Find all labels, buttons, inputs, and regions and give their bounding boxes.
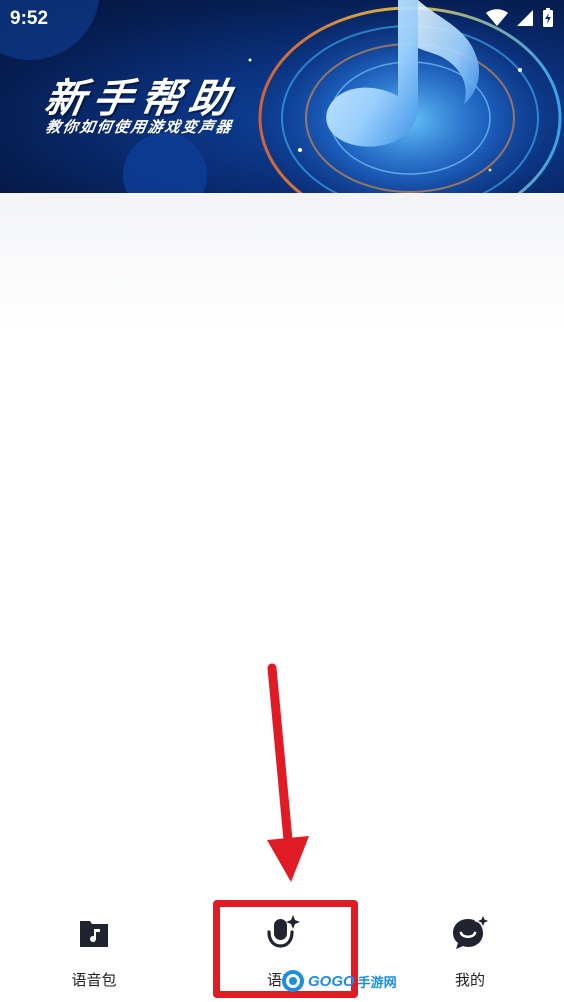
annotation-arrow xyxy=(267,663,309,882)
watermark-logo-icon xyxy=(282,970,304,992)
nav-label-mine: 我的 xyxy=(454,971,485,989)
wifi-icon xyxy=(486,9,508,26)
watermark-text: GOGO xyxy=(308,972,355,990)
status-bar: 9:52 xyxy=(0,0,564,38)
battery-charging-icon xyxy=(543,8,553,27)
help-banner[interactable]: 9:52 新手帮助 教你如何使用游戏变声器 xyxy=(0,0,564,193)
signal-icon xyxy=(517,10,533,26)
banner-subtitle: 教你如何使用游戏变声器 xyxy=(44,118,235,136)
watermark: GOGO 手游网 xyxy=(281,966,397,996)
status-icons xyxy=(486,8,554,28)
chat-sparkle-icon xyxy=(453,913,490,949)
nav-voice-pack[interactable]: 语音包 xyxy=(34,895,154,1002)
nav-label-voice-pack: 语音包 xyxy=(71,971,117,989)
status-time: 9:52 xyxy=(10,8,49,29)
watermark-suffix: 手游网 xyxy=(357,975,397,991)
nav-mine[interactable]: 我的 xyxy=(410,895,530,1002)
music-folder-icon xyxy=(80,921,108,947)
app-screen: 9:52 新手帮助 教你如何使用游戏变声器 语音包 语音 我的 GOGO 手游网 xyxy=(0,0,564,1002)
